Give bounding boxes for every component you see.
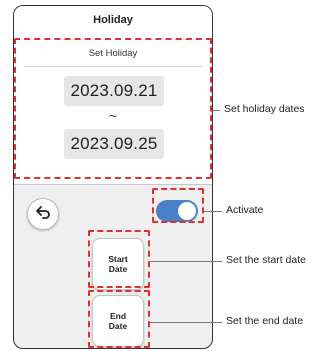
start-date-leader xyxy=(150,261,222,262)
activate-leader xyxy=(204,211,222,212)
end-date-highlight xyxy=(88,290,150,348)
start-date-callout: Set the start date xyxy=(226,254,306,266)
screen-header: Holiday xyxy=(14,6,212,35)
activate-highlight xyxy=(152,188,204,223)
holiday-dates-callout: Set holiday dates xyxy=(224,103,305,115)
end-date-callout: Set the end date xyxy=(226,315,304,327)
holiday-dates-highlight xyxy=(14,38,212,179)
back-arrow-icon xyxy=(35,205,51,224)
end-date-leader xyxy=(150,322,222,323)
activate-callout: Activate xyxy=(226,204,264,216)
page-title: Holiday xyxy=(93,14,133,26)
back-button[interactable] xyxy=(27,198,59,230)
holiday-dates-leader xyxy=(212,110,220,111)
start-date-highlight xyxy=(88,230,150,288)
